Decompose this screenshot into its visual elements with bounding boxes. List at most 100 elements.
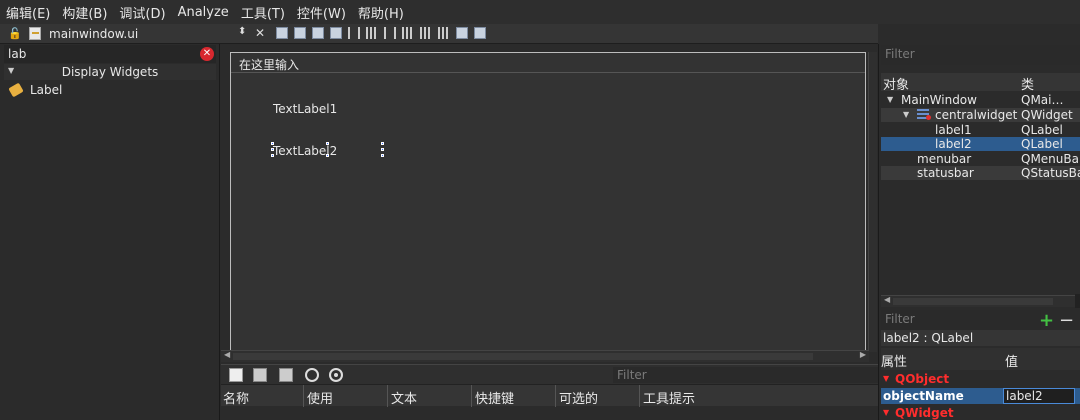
form-editor-canvas[interactable]: 在这里输入 TextLabel1 TextLabel2 ◀ ▶ bbox=[221, 44, 878, 364]
add-property-icon[interactable]: + bbox=[1039, 310, 1054, 331]
widget-item-label[interactable]: Label bbox=[8, 82, 62, 98]
object-name: label1 bbox=[935, 123, 972, 137]
group-name: QObject bbox=[895, 372, 950, 386]
scroll-right-icon[interactable]: ▶ bbox=[860, 350, 866, 359]
action-editor-toolbar: Filter bbox=[221, 364, 878, 384]
edit-buddies-icon[interactable] bbox=[312, 27, 324, 39]
collapse-arrow-icon[interactable]: ▼ bbox=[883, 374, 889, 383]
text-label-1[interactable]: TextLabel1 bbox=[273, 102, 337, 116]
property-row-objectname[interactable]: objectName label2 bbox=[881, 388, 1080, 404]
scroll-left-icon[interactable]: ◀ bbox=[224, 350, 230, 359]
scrollbar-track[interactable] bbox=[233, 353, 813, 360]
expand-arrow-icon[interactable]: ▼ bbox=[887, 95, 893, 104]
main-window-form[interactable]: 在这里输入 TextLabel1 TextLabel2 bbox=[230, 52, 866, 352]
menu-widgets[interactable]: 控件(W) bbox=[297, 3, 346, 22]
edit-signals-icon[interactable] bbox=[294, 27, 306, 39]
tree-row-statusbar[interactable]: statusbar QStatusBar bbox=[881, 166, 1080, 180]
delete-action-icon[interactable] bbox=[305, 368, 319, 382]
paste-action-icon[interactable] bbox=[279, 368, 293, 382]
object-inspector-header: 对象 类 bbox=[881, 73, 1080, 93]
property-filter-input[interactable]: Filter bbox=[881, 310, 1041, 330]
panel-splitter[interactable] bbox=[1075, 294, 1080, 308]
col-checkable[interactable]: 可选的 bbox=[559, 388, 598, 407]
selection-handle[interactable] bbox=[381, 148, 384, 151]
action-table-header: 名称 使用 文本 快捷键 可选的 工具提示 bbox=[221, 384, 878, 407]
col-text[interactable]: 文本 bbox=[391, 388, 417, 407]
col-value[interactable]: 值 bbox=[1005, 351, 1018, 370]
col-tooltip[interactable]: 工具提示 bbox=[643, 388, 695, 407]
selection-handle[interactable] bbox=[271, 142, 274, 145]
menu-build[interactable]: 构建(B) bbox=[62, 3, 107, 22]
object-class: QLabel bbox=[1021, 137, 1063, 151]
inspector-horizontal-scrollbar[interactable]: ◀ bbox=[881, 295, 1080, 307]
property-filter-placeholder: Filter bbox=[885, 312, 915, 326]
adjust-size-icon[interactable] bbox=[474, 27, 486, 39]
new-action-icon[interactable] bbox=[229, 368, 243, 382]
menu-type-here[interactable]: 在这里输入 bbox=[239, 56, 299, 73]
object-class: QWidget bbox=[1021, 108, 1073, 122]
tree-row-label1[interactable]: label1 QLabel bbox=[881, 123, 1080, 137]
clear-search-icon[interactable]: ✕ bbox=[200, 47, 214, 61]
col-used[interactable]: 使用 bbox=[307, 388, 333, 407]
widget-search-input[interactable]: lab ✕ bbox=[4, 45, 216, 63]
scrollbar-track[interactable] bbox=[893, 298, 1053, 305]
col-shortcut[interactable]: 快捷键 bbox=[475, 388, 514, 407]
selection-handle[interactable] bbox=[271, 154, 274, 157]
widget-search-value[interactable]: lab bbox=[8, 47, 26, 61]
inspector-panel: Filter 对象 类 ▼ MainWindow QMai…ndo ▼ cent… bbox=[878, 44, 1080, 420]
splitter-horizontal-icon[interactable] bbox=[384, 27, 396, 39]
menu-help[interactable]: 帮助(H) bbox=[358, 3, 404, 22]
edit-widgets-icon[interactable] bbox=[276, 27, 288, 39]
col-class[interactable]: 类 bbox=[1021, 74, 1034, 93]
copy-action-icon[interactable] bbox=[253, 368, 267, 382]
selection-handle[interactable] bbox=[381, 142, 384, 145]
tree-row-mainwindow[interactable]: ▼ MainWindow QMai…ndo bbox=[881, 93, 1080, 121]
layout-form-icon[interactable] bbox=[420, 27, 432, 39]
configure-action-icon[interactable] bbox=[329, 368, 343, 382]
widget-category-header[interactable]: ▼ Display Widgets bbox=[4, 64, 216, 80]
edit-tab-order-icon[interactable] bbox=[330, 27, 342, 39]
menu-edit[interactable]: 编辑(E) bbox=[6, 3, 50, 22]
file-switch-icon[interactable]: ⬍ bbox=[238, 26, 246, 37]
col-property[interactable]: 属性 bbox=[881, 351, 907, 370]
canvas-vertical-scrollbar[interactable] bbox=[868, 52, 877, 352]
menu-analyze[interactable]: Analyze bbox=[178, 5, 229, 20]
canvas-horizontal-scrollbar[interactable]: ◀ ▶ bbox=[221, 350, 869, 362]
object-filter-input[interactable]: Filter bbox=[881, 45, 1080, 65]
object-name: centralwidget bbox=[935, 108, 1018, 122]
form-menu-bar[interactable]: 在这里输入 bbox=[231, 53, 865, 73]
widget-layout-icon bbox=[917, 108, 931, 120]
object-class: QLabel bbox=[1021, 123, 1063, 137]
selection-handle[interactable] bbox=[326, 142, 329, 145]
splitter-vertical-icon[interactable] bbox=[402, 27, 414, 39]
expand-arrow-icon[interactable]: ▼ bbox=[903, 110, 909, 119]
selection-handle[interactable] bbox=[271, 148, 274, 151]
property-table-header: 属性 值 bbox=[881, 348, 1080, 370]
collapse-arrow-icon[interactable]: ▼ bbox=[883, 408, 889, 417]
tree-row-centralwidget[interactable]: ▼ centralwidget QWidget bbox=[881, 108, 1080, 122]
property-group-qwidget[interactable]: ▼ QWidget bbox=[881, 405, 1080, 420]
break-layout-icon[interactable] bbox=[456, 27, 468, 39]
layout-grid-icon[interactable] bbox=[438, 27, 450, 39]
col-object[interactable]: 对象 bbox=[883, 74, 909, 93]
lock-icon[interactable]: 🔓 bbox=[8, 27, 22, 40]
menu-debug[interactable]: 调试(D) bbox=[119, 3, 165, 22]
selection-handle[interactable] bbox=[326, 154, 329, 157]
menu-tools[interactable]: 工具(T) bbox=[241, 3, 285, 22]
object-name-value[interactable]: label2 bbox=[1006, 389, 1043, 403]
selection-handle[interactable] bbox=[381, 154, 384, 157]
action-filter-input[interactable]: Filter bbox=[613, 367, 878, 383]
remove-property-icon[interactable]: − bbox=[1059, 310, 1074, 331]
tree-row-label2[interactable]: label2 QLabel bbox=[881, 137, 1080, 151]
file-name[interactable]: mainwindow.ui bbox=[49, 27, 138, 41]
property-group-qobject[interactable]: ▼ QObject bbox=[881, 371, 1080, 387]
close-file-icon[interactable]: ✕ bbox=[255, 26, 265, 40]
tree-row-menubar[interactable]: menubar QMenuBar bbox=[881, 152, 1080, 166]
layout-vertical-icon[interactable] bbox=[366, 27, 378, 39]
scroll-left-icon[interactable]: ◀ bbox=[884, 295, 890, 304]
object-name-field[interactable]: label2 bbox=[1003, 388, 1075, 404]
column-divider bbox=[555, 385, 556, 407]
action-filter-placeholder: Filter bbox=[617, 368, 647, 382]
col-name[interactable]: 名称 bbox=[223, 388, 249, 407]
layout-horizontal-icon[interactable] bbox=[348, 27, 360, 39]
